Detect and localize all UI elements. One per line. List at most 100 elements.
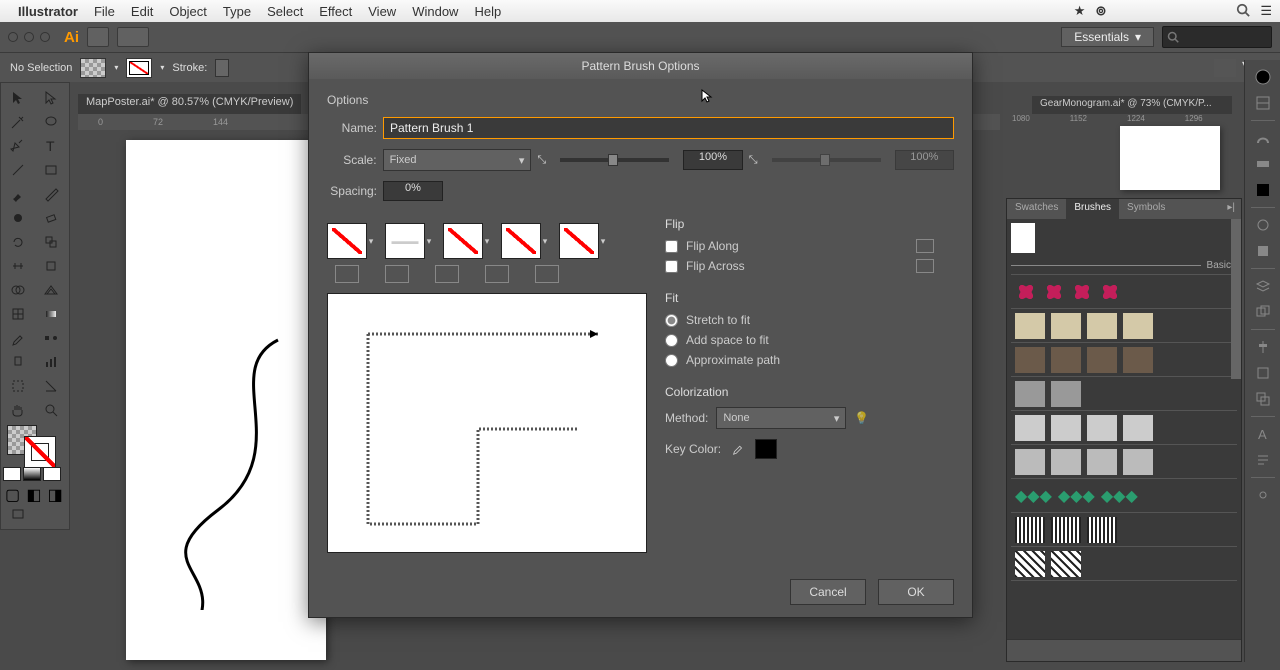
scale-value[interactable]: 100% bbox=[683, 150, 742, 170]
tile-inner-corner[interactable] bbox=[443, 223, 483, 259]
tile-dropdown[interactable]: ▾ bbox=[367, 223, 375, 259]
dock-graphic-styles-icon[interactable] bbox=[1250, 240, 1276, 262]
brush-item-pattern[interactable] bbox=[1011, 445, 1237, 479]
brush-basic-label[interactable]: Basic bbox=[1011, 257, 1237, 275]
tab-brushes[interactable]: Brushes bbox=[1066, 199, 1119, 219]
brush-item-pattern[interactable] bbox=[1011, 547, 1237, 581]
chevron-down-icon[interactable]: ▾ bbox=[114, 63, 118, 72]
window-controls[interactable] bbox=[8, 32, 50, 42]
name-input[interactable] bbox=[383, 117, 954, 139]
brush-item-flowers[interactable] bbox=[1011, 275, 1237, 309]
eyedropper-icon[interactable] bbox=[731, 441, 745, 458]
flip-along-checkbox[interactable] bbox=[665, 240, 678, 253]
scale-slider[interactable] bbox=[560, 158, 669, 162]
dock-align-icon[interactable] bbox=[1250, 336, 1276, 358]
document-tab-1[interactable]: MapPoster.ai* @ 80.57% (CMYK/Preview) bbox=[78, 94, 301, 114]
scale-dropdown[interactable]: Fixed ▾ bbox=[383, 149, 532, 171]
pen-tool[interactable] bbox=[3, 135, 33, 157]
width-tool[interactable] bbox=[3, 255, 33, 277]
search-input[interactable] bbox=[1162, 26, 1272, 48]
rectangle-tool[interactable] bbox=[36, 159, 66, 181]
stroke-swatch[interactable] bbox=[126, 58, 152, 78]
dock-type-icon[interactable]: A bbox=[1250, 423, 1276, 445]
menu-file[interactable]: File bbox=[94, 4, 115, 19]
type-tool[interactable]: T bbox=[36, 135, 66, 157]
flip-across-checkbox[interactable] bbox=[665, 260, 678, 273]
tile-dropdown[interactable]: ▾ bbox=[425, 223, 433, 259]
color-mode[interactable] bbox=[3, 467, 21, 481]
brush-item-diamonds[interactable]: ◆◆◆◆◆◆◆◆◆ bbox=[1011, 479, 1237, 513]
graph-tool[interactable] bbox=[36, 351, 66, 373]
cancel-button[interactable]: Cancel bbox=[790, 579, 866, 605]
dock-artboards-icon[interactable] bbox=[1250, 301, 1276, 323]
draw-behind[interactable]: ◧ bbox=[26, 485, 43, 499]
menu-select[interactable]: Select bbox=[267, 4, 303, 19]
tile-outer-corner[interactable] bbox=[327, 223, 367, 259]
fill-stroke-control[interactable] bbox=[3, 423, 67, 465]
tile-start[interactable] bbox=[501, 223, 541, 259]
draw-normal[interactable]: ▢ bbox=[5, 485, 22, 499]
magic-wand-tool[interactable] bbox=[3, 111, 33, 133]
blob-brush-tool[interactable] bbox=[3, 207, 33, 229]
tile-dropdown[interactable]: ▾ bbox=[599, 223, 607, 259]
menu-object[interactable]: Object bbox=[169, 4, 207, 19]
bridge-button[interactable] bbox=[87, 27, 109, 47]
dock-layers-icon[interactable] bbox=[1250, 275, 1276, 297]
dock-paragraph-icon[interactable] bbox=[1250, 449, 1276, 471]
brush-item-pattern[interactable] bbox=[1011, 513, 1237, 547]
star-icon[interactable]: ★ bbox=[1074, 3, 1086, 19]
lasso-tool[interactable] bbox=[36, 111, 66, 133]
artboard-tool[interactable] bbox=[3, 375, 33, 397]
cc-icon[interactable]: ⊚ bbox=[1095, 3, 1106, 19]
selection-tool[interactable] bbox=[3, 87, 33, 109]
none-mode[interactable] bbox=[43, 467, 61, 481]
panel-menu-icon[interactable]: ▸| bbox=[1221, 199, 1241, 219]
menu-edit[interactable]: Edit bbox=[131, 4, 153, 19]
spotlight-icon[interactable] bbox=[1236, 3, 1250, 20]
dock-color-icon[interactable] bbox=[1250, 66, 1276, 88]
menu-help[interactable]: Help bbox=[474, 4, 501, 19]
symbol-sprayer-tool[interactable] bbox=[3, 351, 33, 373]
dock-links-icon[interactable] bbox=[1250, 484, 1276, 506]
fill-swatch[interactable] bbox=[80, 58, 106, 78]
eraser-tool[interactable] bbox=[36, 207, 66, 229]
mesh-tool[interactable] bbox=[3, 303, 33, 325]
method-dropdown[interactable]: None ▾ bbox=[716, 407, 846, 429]
brush-list[interactable]: Basic ◆◆◆◆◆◆◆◆◆ bbox=[1007, 219, 1241, 639]
brush-item-pattern[interactable] bbox=[1011, 343, 1237, 377]
stroke-color[interactable] bbox=[25, 437, 55, 467]
app-name[interactable]: Illustrator bbox=[18, 4, 78, 19]
fit-space-radio[interactable] bbox=[665, 334, 678, 347]
screen-mode[interactable] bbox=[3, 503, 33, 525]
menu-view[interactable]: View bbox=[368, 4, 396, 19]
fit-stretch-radio[interactable] bbox=[665, 314, 678, 327]
arrange-button[interactable] bbox=[117, 27, 149, 47]
zoom-tool[interactable] bbox=[36, 399, 66, 421]
brush-item-pattern[interactable] bbox=[1011, 411, 1237, 445]
dock-appearance-icon[interactable] bbox=[1250, 214, 1276, 236]
tile-end[interactable] bbox=[559, 223, 599, 259]
align-button[interactable] bbox=[1214, 59, 1236, 77]
pencil-tool[interactable] bbox=[36, 183, 66, 205]
dock-stroke-icon[interactable] bbox=[1250, 127, 1276, 149]
scale-slider-2[interactable] bbox=[772, 158, 881, 162]
tab-symbols[interactable]: Symbols bbox=[1119, 199, 1173, 219]
line-tool[interactable] bbox=[3, 159, 33, 181]
direct-selection-tool[interactable] bbox=[36, 87, 66, 109]
blend-tool[interactable] bbox=[36, 327, 66, 349]
link-icon[interactable]: ⤡ bbox=[537, 154, 546, 167]
dock-transparency-icon[interactable] bbox=[1250, 179, 1276, 201]
tile-dropdown[interactable]: ▾ bbox=[483, 223, 491, 259]
chevron-down-icon[interactable]: ▾ bbox=[160, 63, 164, 72]
tile-dropdown[interactable]: ▾ bbox=[541, 223, 549, 259]
scrollbar-thumb[interactable] bbox=[1231, 219, 1241, 379]
hand-tool[interactable] bbox=[3, 399, 33, 421]
dock-gradient-icon[interactable] bbox=[1250, 153, 1276, 175]
perspective-tool[interactable] bbox=[36, 279, 66, 301]
shape-builder-tool[interactable] bbox=[3, 279, 33, 301]
tip-icon[interactable]: 💡 bbox=[854, 411, 869, 425]
workspace-switcher[interactable]: Essentials ▾ bbox=[1061, 27, 1154, 47]
free-transform-tool[interactable] bbox=[36, 255, 66, 277]
stroke-stepper[interactable] bbox=[215, 59, 229, 77]
dock-guide-icon[interactable] bbox=[1250, 92, 1276, 114]
